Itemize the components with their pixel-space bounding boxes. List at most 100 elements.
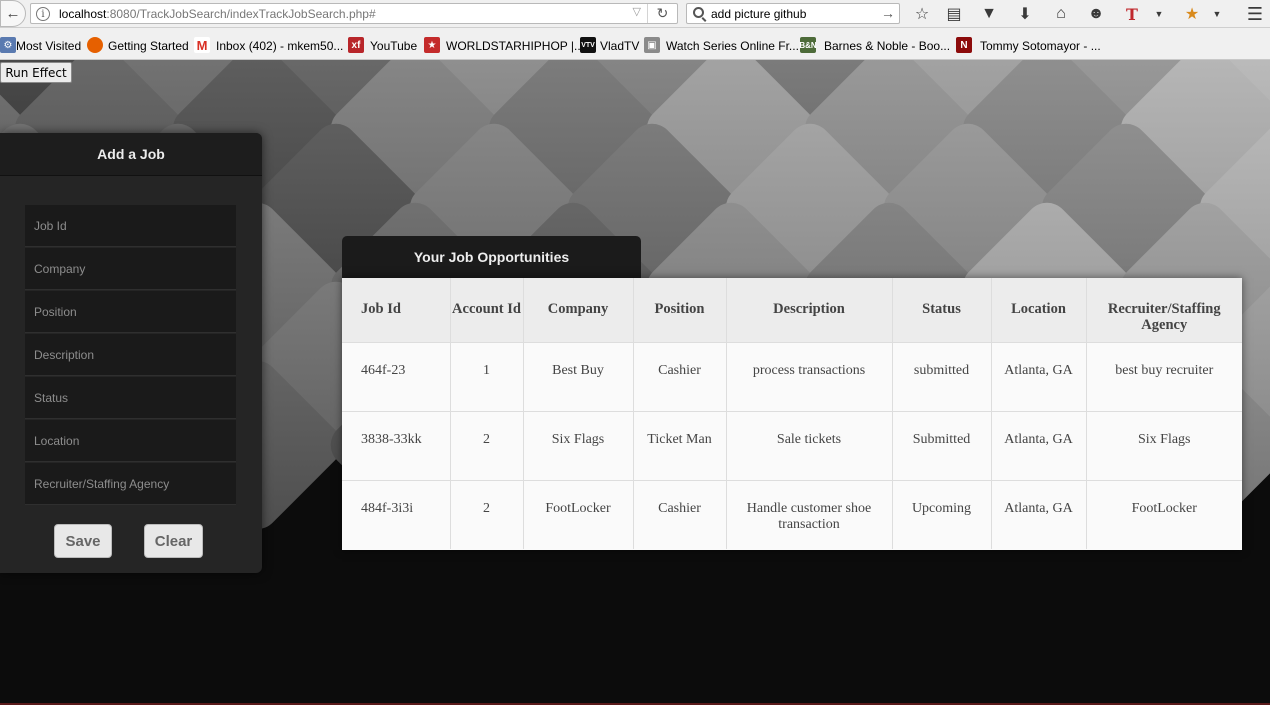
t-extension-icon[interactable]: T [1122, 4, 1142, 24]
table-cell: Cashier [632, 479, 726, 549]
table-cell: Six Flags [522, 410, 633, 480]
table-cell: process transactions [725, 341, 892, 411]
jobs-table-container: Job Id Account Id Company Position Descr… [342, 278, 1242, 550]
column-header: Company [522, 278, 633, 342]
column-header: Description [725, 278, 892, 342]
add-job-title: Add a Job [0, 133, 262, 176]
table-cell: Handle customer shoe transaction [725, 479, 892, 549]
star-icon[interactable]: ☆ [912, 4, 932, 24]
reload-icon: ↻ [656, 5, 669, 21]
search-bar[interactable]: add picture github → [686, 3, 900, 24]
bookmark-vladtv[interactable]: VladTV [600, 38, 639, 54]
table-cell: Best Buy [522, 341, 633, 411]
dropdown-icon[interactable]: ▼ [1207, 4, 1227, 24]
back-arrow-icon: ← [5, 5, 21, 22]
clear-button[interactable]: Clear [144, 524, 203, 558]
worldstar-icon: ★ [424, 37, 440, 53]
job-id-input[interactable] [25, 205, 236, 246]
pocket-icon[interactable]: ▼ [979, 4, 999, 24]
position-field[interactable] [25, 291, 236, 333]
search-icon [693, 7, 704, 18]
browser-toolbar: ← i localhost:8080/TrackJobSearch/indexT… [0, 0, 1270, 28]
bn-icon: B&N [799, 37, 817, 53]
bookmark-inbox[interactable]: Inbox (402) - mkem50... [216, 38, 343, 54]
bookmark-tommy-sotomayor[interactable]: Tommy Sotomayor - ... [980, 38, 1101, 54]
gmail-icon: M [194, 37, 210, 53]
dropdown-icon[interactable]: ▼ [1149, 4, 1169, 24]
description-input[interactable] [25, 334, 236, 375]
jobs-table: Job Id Account Id Company Position Descr… [342, 278, 1242, 549]
column-header: Position [632, 278, 726, 342]
table-cell: 1 [449, 341, 523, 411]
table-cell: Atlanta, GA [990, 341, 1086, 411]
status-input[interactable] [25, 377, 236, 418]
bookmark-youtube[interactable]: YouTube [370, 38, 417, 54]
status-field[interactable] [25, 377, 236, 419]
bookmark-barnes-noble[interactable]: Barnes & Noble - Boo... [824, 38, 950, 54]
table-cell: submitted [891, 341, 991, 411]
table-cell: Atlanta, GA [990, 479, 1086, 549]
company-input[interactable] [25, 248, 236, 289]
table-cell: 464f-23 [342, 341, 450, 411]
chat-icon[interactable]: ☻ [1086, 4, 1106, 24]
table-row: 3838-33kk 2 Six Flags Ticket Man Sale ti… [342, 410, 1242, 480]
gear-icon: ⚙ [0, 37, 16, 53]
table-cell: Atlanta, GA [990, 410, 1086, 480]
table-cell: best buy recruiter [1085, 341, 1242, 411]
bookmark-worldstarhiphop[interactable]: WORLDSTARHIPHOP |... [446, 38, 584, 54]
reload-button[interactable]: ↻ [647, 4, 677, 23]
column-header: Account Id [449, 278, 523, 342]
search-input[interactable]: add picture github [711, 7, 806, 21]
table-cell: 2 [449, 410, 523, 480]
table-cell: 3838-33kk [342, 410, 450, 480]
position-input[interactable] [25, 291, 236, 332]
extension-icon[interactable]: ★ [1182, 4, 1202, 24]
column-header: Job Id [342, 278, 450, 342]
search-go-icon[interactable]: → [881, 5, 895, 21]
xf-icon: xf [348, 37, 364, 53]
table-cell: Upcoming [891, 479, 991, 549]
table-cell: 484f-3i3i [342, 479, 450, 549]
page-content: Run Effect Add a Job Save Clear Your Job… [0, 60, 1270, 705]
reading-list-icon[interactable]: ▤ [944, 4, 964, 24]
location-input[interactable] [25, 420, 236, 461]
description-field[interactable] [25, 334, 236, 376]
bookmark-most-visited[interactable]: Most Visited [16, 38, 81, 54]
url-bar[interactable]: i localhost:8080/TrackJobSearch/indexTra… [30, 3, 678, 24]
jobs-table-title: Your Job Opportunities [342, 236, 641, 278]
bookmark-getting-started[interactable]: Getting Started [108, 38, 189, 54]
menu-icon[interactable]: ☰ [1245, 4, 1265, 24]
company-field[interactable] [25, 248, 236, 290]
save-button[interactable]: Save [54, 524, 112, 558]
bookmarks-bar: ⚙ Most Visited Getting Started M Inbox (… [0, 28, 1270, 60]
recruiter-input[interactable] [25, 463, 236, 504]
info-icon[interactable]: i [36, 7, 50, 21]
table-row: 464f-23 1 Best Buy Cashier process trans… [342, 341, 1242, 411]
table-cell: Submitted [891, 410, 991, 480]
run-effect-button[interactable]: Run Effect [0, 62, 72, 83]
bookmark-watch-series[interactable]: Watch Series Online Fr... [666, 38, 799, 54]
column-header: Recruiter/Staffing Agency [1085, 278, 1242, 342]
back-button[interactable]: ← [0, 0, 26, 27]
table-cell: Six Flags [1085, 410, 1242, 480]
add-job-panel: Add a Job Save Clear [0, 133, 262, 573]
table-cell: Ticket Man [632, 410, 726, 480]
column-header: Location [990, 278, 1086, 342]
home-icon[interactable]: ⌂ [1051, 4, 1071, 24]
location-field[interactable] [25, 420, 236, 462]
url-dropdown-icon[interactable]: ▽ [633, 5, 641, 18]
recruiter-field[interactable] [25, 463, 236, 505]
table-cell: 2 [449, 479, 523, 549]
table-cell: Cashier [632, 341, 726, 411]
table-cell: Sale tickets [725, 410, 892, 480]
table-row: 484f-3i3i 2 FootLocker Cashier Handle cu… [342, 479, 1242, 549]
table-cell: FootLocker [1085, 479, 1242, 549]
download-icon[interactable]: ⬇ [1015, 4, 1035, 24]
url-text[interactable]: localhost:8080/TrackJobSearch/indexTrack… [59, 7, 376, 21]
tv-icon: ▣ [644, 37, 660, 53]
netflix-icon: N [956, 37, 972, 53]
job-id-field[interactable] [25, 205, 236, 247]
vladtv-icon: VTV [580, 37, 596, 53]
column-header: Status [891, 278, 991, 342]
table-cell: FootLocker [522, 479, 633, 549]
